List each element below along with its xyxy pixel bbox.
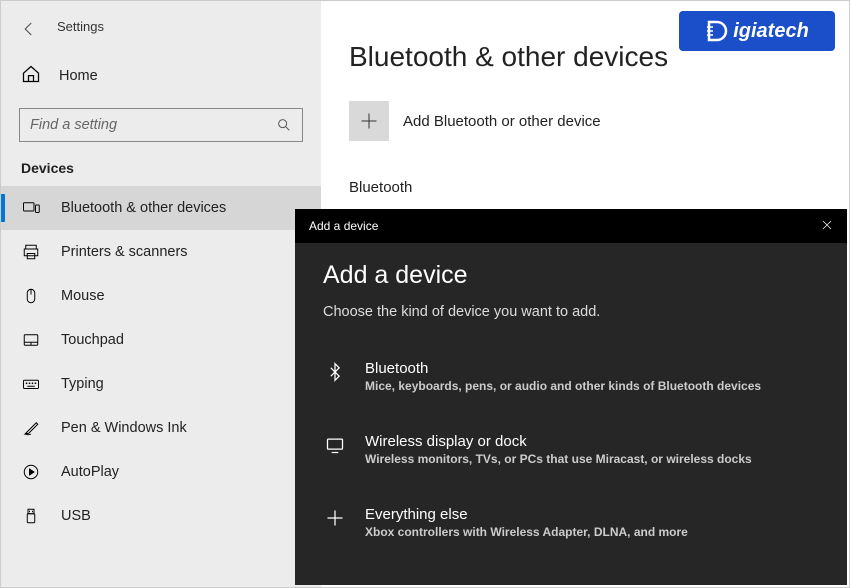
sidebar-item-typing[interactable]: Typing <box>1 362 321 406</box>
sidebar-item-label: Mouse <box>61 288 105 304</box>
device-option-title: Bluetooth <box>365 360 761 377</box>
autoplay-icon <box>21 462 41 482</box>
modal-title: Add a device <box>323 261 819 290</box>
digiatech-logo: igiatech <box>679 11 835 51</box>
sidebar-item-label: USB <box>61 508 91 524</box>
device-option-title: Wireless display or dock <box>365 433 752 450</box>
mouse-icon <box>21 286 41 306</box>
sidebar-item-pen[interactable]: Pen & Windows Ink <box>1 406 321 450</box>
sidebar-item-mouse[interactable]: Mouse <box>1 274 321 318</box>
search-input[interactable] <box>30 117 276 133</box>
device-option-text: Wireless display or dock Wireless monito… <box>365 433 752 466</box>
window-title: Settings <box>57 19 104 34</box>
home-label: Home <box>59 68 98 84</box>
sidebar-item-printers[interactable]: Printers & scanners <box>1 230 321 274</box>
modal-body: Add a device Choose the kind of device y… <box>295 243 847 585</box>
device-option-text: Bluetooth Mice, keyboards, pens, or audi… <box>365 360 761 393</box>
touchpad-icon <box>21 330 41 350</box>
plus-icon <box>359 111 379 131</box>
window-title-row: Settings <box>41 19 321 34</box>
device-option-wireless-display[interactable]: Wireless display or dock Wireless monito… <box>323 421 819 478</box>
printer-icon <box>21 242 41 262</box>
add-device-button[interactable]: Add Bluetooth or other device <box>349 101 821 141</box>
display-icon <box>323 435 347 455</box>
device-option-desc: Mice, keyboards, pens, or audio and othe… <box>365 379 761 393</box>
section-header: Devices <box>1 142 321 186</box>
add-device-label: Add Bluetooth or other device <box>403 113 601 130</box>
device-option-title: Everything else <box>365 506 688 523</box>
plus-icon-box <box>349 101 389 141</box>
plus-icon <box>323 508 347 528</box>
close-button[interactable] <box>821 219 833 234</box>
device-option-desc: Xbox controllers with Wireless Adapter, … <box>365 525 688 539</box>
sidebar-item-label: Pen & Windows Ink <box>61 420 187 436</box>
sidebar: Settings Home Devices Bluetooth & other … <box>1 1 321 587</box>
modal-header: Add a device <box>295 209 847 243</box>
close-icon <box>821 219 833 231</box>
device-option-desc: Wireless monitors, TVs, or PCs that use … <box>365 452 752 466</box>
sidebar-item-bluetooth[interactable]: Bluetooth & other devices <box>1 186 321 230</box>
sidebar-item-usb[interactable]: USB <box>1 494 321 538</box>
arrow-left-icon <box>20 20 38 38</box>
bluetooth-icon <box>323 362 347 382</box>
logo-text: igiatech <box>733 20 809 43</box>
device-option-bluetooth[interactable]: Bluetooth Mice, keyboards, pens, or audi… <box>323 348 819 405</box>
modal-header-title: Add a device <box>309 219 378 233</box>
sidebar-item-label: AutoPlay <box>61 464 119 480</box>
modal-subtitle: Choose the kind of device you want to ad… <box>323 304 819 320</box>
sidebar-item-label: Bluetooth & other devices <box>61 200 226 216</box>
pen-icon <box>21 418 41 438</box>
device-option-everything-else[interactable]: Everything else Xbox controllers with Wi… <box>323 494 819 551</box>
logo-d-icon <box>705 19 729 43</box>
bluetooth-subheading: Bluetooth <box>349 179 821 196</box>
sidebar-item-label: Touchpad <box>61 332 124 348</box>
keyboard-icon <box>21 374 41 394</box>
add-device-modal: Add a device Add a device Choose the kin… <box>295 209 847 585</box>
sidebar-item-label: Printers & scanners <box>61 244 188 260</box>
sidebar-item-label: Typing <box>61 376 104 392</box>
search-icon <box>276 117 292 133</box>
devices-icon <box>21 198 41 218</box>
sidebar-item-touchpad[interactable]: Touchpad <box>1 318 321 362</box>
device-option-text: Everything else Xbox controllers with Wi… <box>365 506 688 539</box>
home-icon <box>21 64 41 88</box>
search-box[interactable] <box>19 108 303 142</box>
sidebar-item-autoplay[interactable]: AutoPlay <box>1 450 321 494</box>
home-nav[interactable]: Home <box>1 54 321 98</box>
usb-icon <box>21 506 41 526</box>
